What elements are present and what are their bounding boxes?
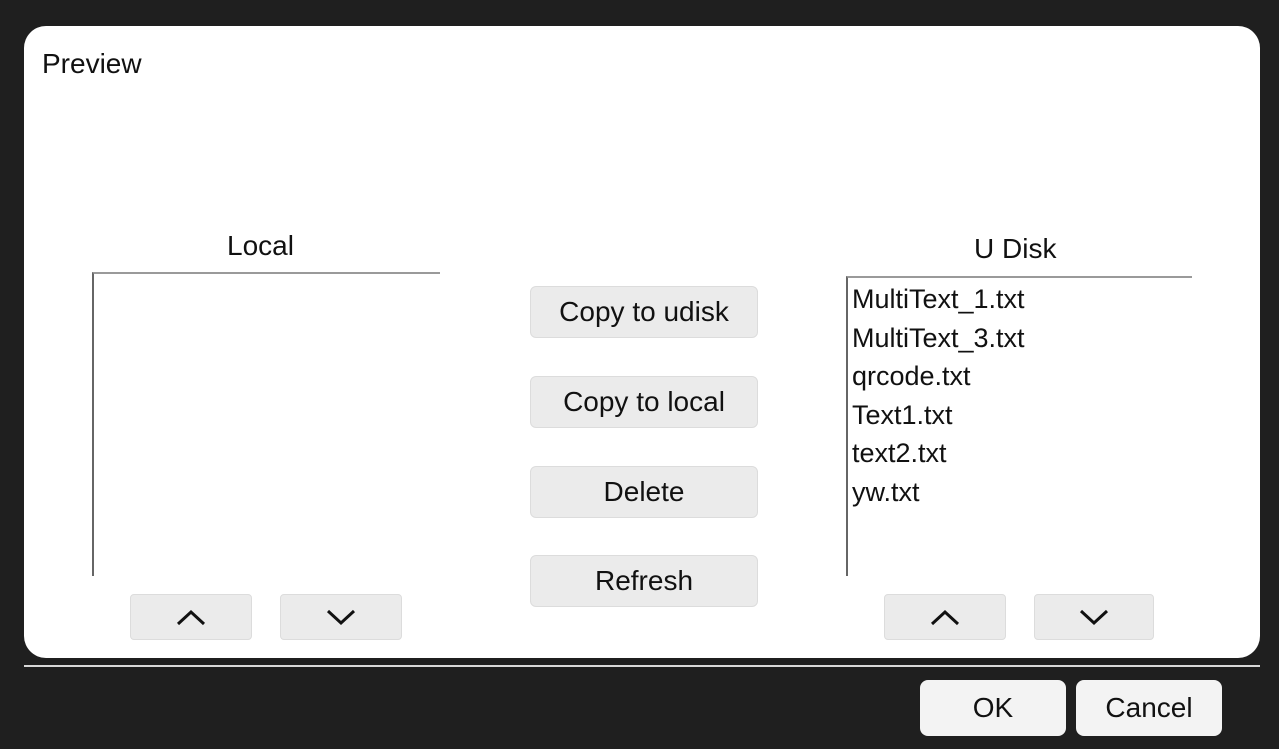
delete-button[interactable]: Delete — [530, 466, 758, 518]
file-list-item[interactable]: MultiText_3.txt — [848, 319, 1192, 358]
file-list-item[interactable]: qrcode.txt — [848, 357, 1192, 396]
refresh-button[interactable]: Refresh — [530, 555, 758, 607]
local-file-list[interactable] — [92, 272, 440, 576]
chevron-up-icon — [176, 609, 206, 626]
copy-to-local-button[interactable]: Copy to local — [530, 376, 758, 428]
file-list-item[interactable]: yw.txt — [848, 473, 1192, 512]
dialog-title: Preview — [42, 48, 142, 79]
file-list-item[interactable]: Text1.txt — [848, 396, 1192, 435]
udisk-label: U Disk — [974, 233, 1057, 264]
chevron-down-icon — [326, 609, 356, 626]
file-list-item[interactable]: text2.txt — [848, 434, 1192, 473]
preview-dialog: Preview Local Copy to udisk Copy to loca… — [0, 0, 1279, 749]
udisk-scroll-up-button[interactable] — [884, 594, 1006, 640]
chevron-up-icon — [930, 609, 960, 626]
cancel-button[interactable]: Cancel — [1076, 680, 1222, 736]
chevron-down-icon — [1079, 609, 1109, 626]
udisk-file-list[interactable]: MultiText_1.txt MultiText_3.txt qrcode.txt… — [846, 276, 1192, 576]
footer-divider — [24, 665, 1260, 667]
copy-to-udisk-button[interactable]: Copy to udisk — [530, 286, 758, 338]
udisk-scroll-down-button[interactable] — [1034, 594, 1154, 640]
local-scroll-up-button[interactable] — [130, 594, 252, 640]
local-scroll-down-button[interactable] — [280, 594, 402, 640]
local-label: Local — [227, 230, 294, 261]
udisk-file-items: MultiText_1.txt MultiText_3.txt qrcode.txt… — [848, 278, 1192, 511]
file-list-item[interactable]: MultiText_1.txt — [848, 280, 1192, 319]
ok-button[interactable]: OK — [920, 680, 1066, 736]
